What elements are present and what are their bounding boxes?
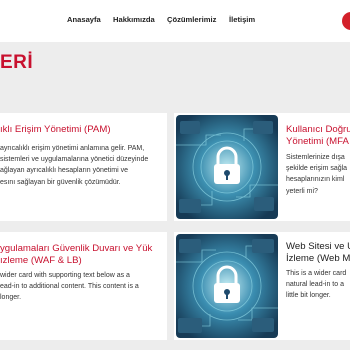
padlock-icon [176, 234, 278, 338]
card-text-line: esını sağlayan bir güvenlik çözümüdür. [0, 178, 121, 186]
cybersecurity-image [176, 234, 278, 338]
nav-link-solutions[interactable]: Çözümlerimiz [167, 15, 216, 24]
card-text-line: natural lead-in to a [286, 281, 344, 289]
card-title-line: Kullanıcı Doğru [286, 124, 350, 135]
solution-card-mfa[interactable]: Kullanıcı Doğru Yönetimi (MFA Sistemleri… [174, 113, 350, 221]
card-text-line: ağlayan ayrıcalıklı hesapların yönetimi … [0, 167, 129, 175]
cybersecurity-image [176, 115, 278, 219]
card-text-line: şekilde erişim sağla [286, 165, 348, 173]
card-text-line: yeterli mi? [286, 187, 318, 195]
solution-card-web-monitoring[interactable]: Web Sitesi ve U İzleme (Web M This is a … [174, 232, 350, 340]
card-title-line: ygulamaları Güvenlik Duvarı ve Yük [0, 243, 153, 254]
card-text-line: ayrıcalıklı erişim yönetimi anlamına gel… [0, 145, 145, 152]
brand-logo-icon[interactable] [342, 12, 350, 30]
card-title-line: Web Sitesi ve U [286, 241, 350, 252]
card-text: ayrıcalıklı erişim yönetimi anlamına gel… [0, 143, 148, 188]
card-title-line: Yönetimi (MFA [286, 136, 349, 147]
top-navbar: Anasayfa Hakkımızda Çözümlerimiz İletişi… [0, 0, 350, 42]
solution-card-waf[interactable]: ygulamaları Güvenlik Duvarı ve Yük ızlem… [0, 232, 167, 340]
card-title[interactable]: Kullanıcı Doğru Yönetimi (MFA [286, 124, 350, 148]
nav-link-home[interactable]: Anasayfa [67, 15, 101, 24]
card-title[interactable]: Web Sitesi ve U İzleme (Web M [286, 241, 350, 265]
page-title: ERİ [0, 52, 34, 73]
card-text-line: Sistemlerinize dışa [286, 154, 345, 161]
card-text-line: little bit longer. [286, 292, 331, 300]
nav-link-about[interactable]: Hakkımızda [113, 15, 155, 24]
card-text-line: ead-in to additional content. This conte… [0, 283, 139, 291]
solution-card-pam[interactable]: ıklı Erişim Yönetimi (PAM) ayrıcalıklı e… [0, 113, 167, 221]
card-text: Sistemlerinize dışa şekilde erişim sağla… [286, 152, 347, 197]
card-title-line: ızleme (WAF & LB) [0, 255, 82, 266]
card-title-line: İzleme (Web M [286, 253, 350, 264]
card-text: This is a wider card natural lead-in to … [286, 268, 346, 302]
nav-link-contact[interactable]: İletişim [229, 15, 255, 24]
card-text-line: sistemleri ve uygulamalarına yönetici dü… [0, 156, 149, 164]
card-text-line: This is a wider card [286, 270, 347, 277]
card-text: wider card with supporting text below as… [0, 270, 139, 304]
card-text-line: longer. [0, 294, 22, 302]
card-text-line: wider card with supporting text below as… [0, 272, 130, 279]
padlock-icon [176, 115, 278, 219]
card-title[interactable]: ıklı Erişim Yönetimi (PAM) [0, 124, 111, 136]
card-title[interactable]: ygulamaları Güvenlik Duvarı ve Yük ızlem… [0, 243, 152, 267]
card-title-line: ıklı Erişim Yönetimi (PAM) [0, 124, 111, 135]
card-text-line: hesaplarınızın kiml [286, 176, 345, 184]
